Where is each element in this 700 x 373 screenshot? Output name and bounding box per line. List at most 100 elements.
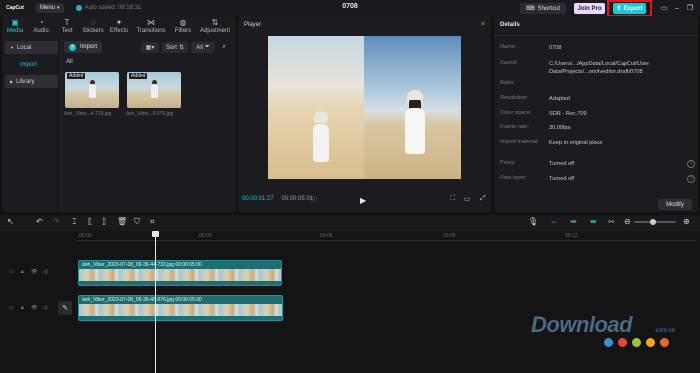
detail-row-import-material: Import material: Keep in original place <box>500 139 695 147</box>
media-thumbnail[interactable]: Added <box>65 72 119 108</box>
detail-value: Adapted <box>549 96 570 102</box>
tab-text[interactable]: T Text <box>54 16 80 37</box>
redo-icon[interactable]: ↷ <box>53 217 60 226</box>
zoom-in-icon[interactable]: ⊕ <box>683 217 690 226</box>
detail-key: Resolution: <box>500 95 528 101</box>
detail-key: Proxy: <box>500 160 516 166</box>
import-button[interactable]: + Import <box>64 41 102 53</box>
detail-row-saved: Saved: C:/Users/.../AppData/Local/CapCut/… <box>500 60 695 76</box>
tab-transitions[interactable]: ⋈ Transitions <box>132 16 170 37</box>
menu-button[interactable]: Menu ▾ <box>36 3 64 13</box>
tab-effects[interactable]: ✦ Effects <box>106 16 132 37</box>
menu-label: Menu <box>40 5 56 11</box>
lock-icon[interactable]: 🔒︎ <box>21 269 24 275</box>
tab-label: Effects <box>109 28 129 34</box>
filter-button[interactable]: All ⏷ <box>191 42 215 53</box>
split-left-icon[interactable]: ⟦ <box>88 217 92 226</box>
tab-filters[interactable]: ◍ Filters <box>170 16 196 37</box>
view-toggle-button[interactable]: ▦▾ <box>141 42 159 53</box>
ruler-tick: 00:03 <box>199 233 212 239</box>
marker-icon[interactable]: ⛉ <box>134 217 140 227</box>
clip-label: ảnh_Viber_2023-07-08_09-36-44-733.jpg 00… <box>82 262 202 268</box>
media-thumbnail[interactable]: Added <box>127 72 181 108</box>
project-title[interactable]: 0708 <box>320 3 380 10</box>
player-timecode: 00:00:01:27 00:00:05:01 <box>242 196 313 202</box>
split-icon[interactable]: ⌶ <box>72 217 77 227</box>
funnel-icon: ⏷ <box>204 44 210 50</box>
timeline-clip[interactable]: ảnh_Viber_2023-07-08_09-36-45-076.jpg 00… <box>78 295 283 321</box>
restore-icon[interactable]: ❐ <box>685 3 695 13</box>
crop-icon[interactable]: ⌗ <box>150 217 155 227</box>
zoom-out-icon[interactable]: ⊖ <box>624 217 631 226</box>
track-thumbnail-icon[interactable]: ▭ <box>9 305 14 311</box>
detail-row-frame-rate: Frame rate: 30.00fps <box>500 124 695 132</box>
video-preview[interactable] <box>268 36 461 179</box>
timeline-icon[interactable]: ▯▯ <box>310 195 318 203</box>
thumbnail-subject <box>89 84 96 98</box>
subject-body <box>405 108 425 154</box>
transitions-icon: ⋈ <box>147 18 155 27</box>
media-side-nav: ▼ Local Import ▶ Library <box>5 41 58 92</box>
help-icon[interactable]: ? <box>687 175 695 183</box>
search-icon[interactable]: ⌕ <box>218 42 230 53</box>
divider <box>494 35 698 36</box>
hamburger-icon[interactable]: ≡ <box>481 21 485 28</box>
undo-icon[interactable]: ↶ <box>36 217 43 226</box>
expand-icon[interactable]: ⤢ <box>480 195 486 203</box>
tab-stickers[interactable]: ◌ Stickers <box>80 16 106 37</box>
audio-toggle-icon[interactable]: ◁) <box>42 269 48 275</box>
sort-icon: ⇅ <box>178 45 185 51</box>
sidebar-item-local[interactable]: ▼ Local <box>5 41 58 54</box>
detail-key: Import material: <box>500 139 539 145</box>
tab-adjustment[interactable]: ⇅ Adjustment <box>196 16 234 37</box>
ruler-tick: 00:09 <box>443 233 456 239</box>
tab-audio[interactable]: ◔ Audio <box>28 16 54 37</box>
tab-media[interactable]: ▣ Media <box>2 16 28 37</box>
layout-icon[interactable]: ▭ <box>659 3 669 13</box>
detail-row-free-layer: Free layer: Turned off? <box>500 175 695 183</box>
fullscreen-crop-icon[interactable]: ⛶ <box>450 195 455 203</box>
playhead[interactable] <box>155 236 156 373</box>
sidebar-item-library[interactable]: ▶ Library <box>5 75 58 88</box>
cover-edit-button[interactable]: ✎ <box>58 301 72 315</box>
chevron-down-icon: ▾ <box>57 5 60 11</box>
filter-label: All <box>196 44 203 51</box>
detail-row-resolution: Resolution: Adapted <box>500 95 695 103</box>
audio-toggle-icon[interactable]: ◁) <box>42 305 48 311</box>
play-button[interactable]: ▶ <box>360 196 366 205</box>
eye-icon[interactable]: 👁︎ <box>31 305 37 311</box>
tab-label: Filters <box>174 28 192 34</box>
timeline-ruler <box>76 240 696 241</box>
sidebar-item-label: Library <box>16 78 35 85</box>
split-right-icon[interactable]: ⟧ <box>102 217 106 226</box>
sidebar-item-import[interactable]: Import <box>5 58 58 71</box>
ratio-icon[interactable]: ▭ <box>464 195 471 203</box>
sort-button[interactable]: Sort ⇅ <box>162 42 188 53</box>
eye-icon[interactable]: 👁︎ <box>31 269 37 275</box>
detail-key: Ratio: <box>500 80 515 86</box>
watermark-dot <box>646 338 655 347</box>
link-magnet-icon[interactable]: ⇔ <box>550 217 558 226</box>
modify-button[interactable]: Modify <box>658 199 692 210</box>
video-frame-left <box>268 36 364 179</box>
preview-axis-icon[interactable]: ⇿ <box>608 217 615 226</box>
minimize-icon[interactable]: – <box>672 3 682 13</box>
playhead-handle[interactable] <box>152 231 159 237</box>
detail-key: Saved: <box>500 60 518 66</box>
detail-key: Color space: <box>500 110 532 116</box>
help-icon[interactable]: ? <box>687 160 695 168</box>
media-tabs: ▣ Media ◔ Audio T Text ◌ Stickers ✦ Effects ⋈… <box>2 16 236 37</box>
zoom-slider-knob[interactable] <box>650 219 656 225</box>
effects-icon: ✦ <box>115 18 123 27</box>
pencil-icon: ✎ <box>62 305 68 312</box>
delete-icon[interactable]: 🗑︎ <box>117 217 127 226</box>
linkage-icon[interactable]: ⇼ <box>590 217 597 226</box>
track-thumbnail-icon[interactable]: ▭ <box>9 269 14 275</box>
microphone-icon[interactable]: 🎙︎ <box>528 217 538 226</box>
detail-value <box>549 80 695 86</box>
timeline-clip[interactable]: ảnh_Viber_2023-07-08_09-36-44-733.jpg 00… <box>78 260 282 286</box>
snap-icon[interactable]: ⇹ <box>570 217 577 226</box>
detail-row-ratio: Ratio: <box>500 80 695 86</box>
lock-icon[interactable]: 🔒︎ <box>21 305 24 311</box>
select-cursor-icon[interactable]: ↖ <box>7 217 14 226</box>
